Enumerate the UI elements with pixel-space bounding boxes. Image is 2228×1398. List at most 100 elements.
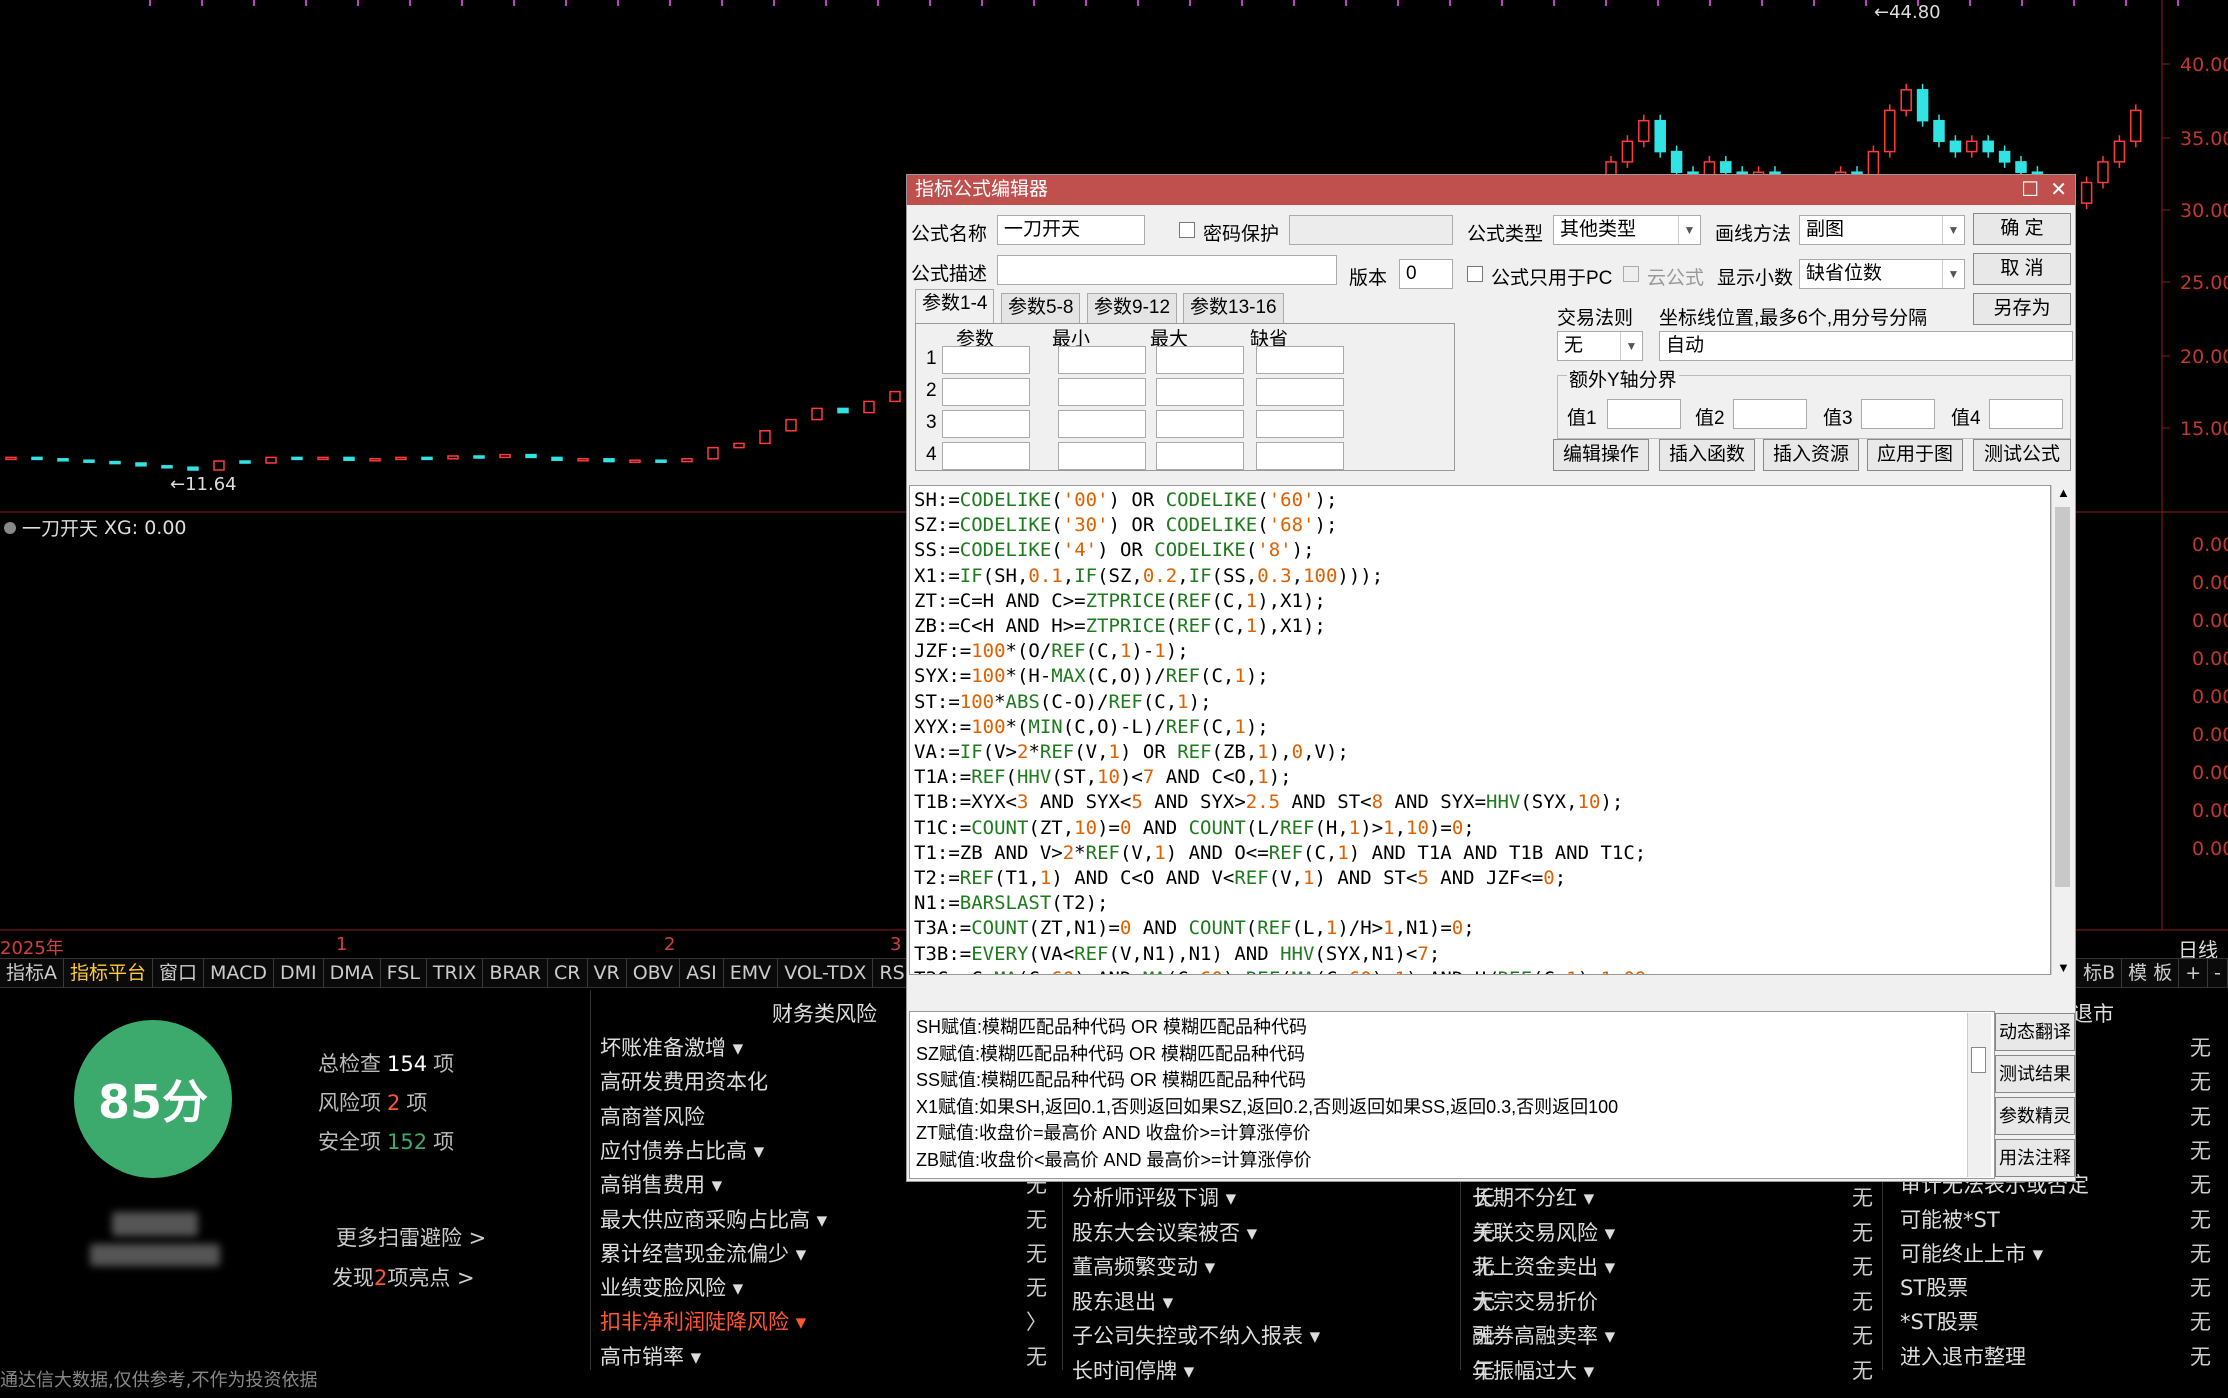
param-cell[interactable] xyxy=(942,346,1030,374)
param-cell[interactable] xyxy=(942,410,1030,438)
zoom-out-button[interactable]: - xyxy=(2208,959,2228,987)
param-cell[interactable] xyxy=(1156,442,1244,470)
trade-rule-select[interactable]: 无 ▼ xyxy=(1557,331,1643,361)
risk-item[interactable]: 高研发费用资本化 xyxy=(600,1066,768,1096)
tab-params-1-4[interactable]: 参数1-4 xyxy=(915,289,995,323)
scroll-up-icon[interactable]: ▲ xyxy=(2057,485,2070,500)
risk-item[interactable]: 股东退出 ▾ xyxy=(1072,1286,1173,1316)
test-formula-button[interactable]: 测试公式 xyxy=(1973,439,2071,471)
risk-item[interactable]: 大宗交易折价 xyxy=(1472,1286,1598,1316)
tab-obv[interactable]: OBV xyxy=(627,959,681,987)
more-scan-link[interactable]: 更多扫雷避险 > xyxy=(336,1222,486,1252)
tab-params-5-8[interactable]: 参数5-8 xyxy=(1001,293,1081,323)
tab-brar[interactable]: BRAR xyxy=(483,959,549,987)
tab-dmi[interactable]: DMI xyxy=(274,959,324,987)
draw-method-select[interactable]: 副图 ▼ xyxy=(1799,215,1965,245)
tab-dma[interactable]: DMA xyxy=(324,959,381,987)
risk-item[interactable]: 应付债券占比高 ▾ xyxy=(600,1135,764,1165)
scroll-thumb[interactable] xyxy=(2055,507,2070,887)
risk-item[interactable]: 高销售费用 ▾ xyxy=(600,1169,722,1199)
cancel-button[interactable]: 取 消 xyxy=(1973,253,2071,285)
dialog-titlebar[interactable]: 指标公式编辑器 ☐ ✕ xyxy=(907,175,2075,205)
tab-params-13-16[interactable]: 参数13-16 xyxy=(1183,293,1284,323)
risk-item[interactable]: *ST股票 xyxy=(1900,1306,1979,1336)
risk-item[interactable]: 分析师评级下调 ▾ xyxy=(1072,1182,1236,1212)
val3-input[interactable] xyxy=(1861,399,1935,429)
val1-input[interactable] xyxy=(1607,399,1681,429)
tab-emv[interactable]: EMV xyxy=(724,959,779,987)
risk-item[interactable]: 可能被*ST xyxy=(1900,1204,2000,1234)
dynamic-translate-button[interactable]: 动态翻译 xyxy=(1995,1013,2075,1051)
password-checkbox[interactable] xyxy=(1179,222,1195,238)
param-cell[interactable] xyxy=(1058,378,1146,406)
param-cell[interactable] xyxy=(1058,346,1146,374)
save-as-button[interactable]: 另存为 xyxy=(1973,293,2071,325)
param-cell[interactable] xyxy=(1256,442,1344,470)
password-input[interactable] xyxy=(1289,215,1453,245)
param-cell[interactable] xyxy=(1156,410,1244,438)
cloud-checkbox[interactable] xyxy=(1623,266,1639,282)
tab-vr[interactable]: VR xyxy=(588,959,627,987)
formula-type-select[interactable]: 其他类型 ▼ xyxy=(1553,215,1701,245)
apply-to-chart-button[interactable]: 应用于图 xyxy=(1867,439,1963,471)
param-cell[interactable] xyxy=(1156,378,1244,406)
param-cell[interactable] xyxy=(1058,442,1146,470)
risk-item[interactable]: 进入退市整理 xyxy=(1900,1341,2026,1371)
risk-item[interactable]: 坏账准备激增 ▾ xyxy=(600,1032,743,1062)
insert-resource-button[interactable]: 插入资源 xyxy=(1763,439,1859,471)
coord-input[interactable]: 自动 xyxy=(1659,331,2073,361)
param-cell[interactable] xyxy=(1256,410,1344,438)
zoom-in-button[interactable]: + xyxy=(2179,959,2209,987)
version-input[interactable]: 0 xyxy=(1399,259,1453,289)
tab-window[interactable]: 窗口 xyxy=(153,959,205,987)
scroll-thumb[interactable] xyxy=(1971,1047,1986,1073)
val2-input[interactable] xyxy=(1733,399,1807,429)
formula-code-editor[interactable]: SH:=CODELIKE('00') OR CODELIKE('60'); SZ:… xyxy=(909,485,2051,975)
param-cell[interactable] xyxy=(1156,346,1244,374)
insert-function-button[interactable]: 插入函数 xyxy=(1659,439,1755,471)
tab-trix[interactable]: TRIX xyxy=(427,959,484,987)
risk-item[interactable]: ST股票 xyxy=(1900,1272,1968,1302)
risk-item[interactable]: 关联交易风险 ▾ xyxy=(1472,1217,1615,1247)
risk-item[interactable]: 可能终止上市 ▾ xyxy=(1900,1238,2043,1268)
risk-item[interactable]: 子公司失控或不纳入报表 ▾ xyxy=(1072,1320,1320,1350)
risk-item[interactable]: 北上资金卖出 ▾ xyxy=(1472,1251,1615,1281)
tab-indicator-b[interactable]: 标B xyxy=(2077,959,2123,987)
param-wizard-button[interactable]: 参数精灵 xyxy=(1995,1097,2075,1135)
risk-item[interactable]: 高市销率 ▾ xyxy=(600,1341,701,1371)
highlights-link[interactable]: 发现2项亮点 > xyxy=(332,1262,475,1292)
risk-item[interactable]: 股东大会议案被否 ▾ xyxy=(1072,1217,1257,1247)
test-result-button[interactable]: 测试结果 xyxy=(1995,1055,2075,1093)
scroll-down-icon[interactable]: ▼ xyxy=(2057,960,2070,975)
risk-item[interactable]: 业绩变脸风险 ▾ xyxy=(600,1272,743,1302)
param-cell[interactable] xyxy=(1256,346,1344,374)
param-cell[interactable] xyxy=(1058,410,1146,438)
ok-button[interactable]: 确 定 xyxy=(1973,213,2071,245)
tab-template[interactable]: 模 板 xyxy=(2122,959,2180,987)
edit-ops-button[interactable]: 编辑操作 xyxy=(1553,439,1649,471)
param-cell[interactable] xyxy=(942,442,1030,470)
risk-item[interactable]: 高商誉风险 xyxy=(600,1101,705,1131)
risk-item[interactable]: 长时间停牌 ▾ xyxy=(1072,1355,1194,1385)
maximize-icon[interactable]: ☐ xyxy=(2021,175,2039,205)
param-cell[interactable] xyxy=(1256,378,1344,406)
risk-item[interactable]: 融券高融卖率 ▾ xyxy=(1472,1320,1615,1350)
formula-desc-input[interactable] xyxy=(997,255,1337,285)
decimal-select[interactable]: 缺省位数 ▼ xyxy=(1799,259,1965,289)
code-vscrollbar[interactable]: ▲ ▼ xyxy=(2051,485,2073,975)
pc-only-checkbox[interactable] xyxy=(1467,266,1483,282)
risk-item[interactable]: 董高频繁变动 ▾ xyxy=(1072,1251,1215,1281)
close-icon[interactable]: ✕ xyxy=(2050,175,2067,205)
code-hscrollbar[interactable] xyxy=(909,975,2051,989)
output-vscrollbar[interactable] xyxy=(1967,1013,1991,1177)
tab-vol-tdx[interactable]: VOL-TDX xyxy=(778,959,874,987)
risk-item[interactable]: 累计经营现金流偏少 ▾ xyxy=(600,1238,806,1268)
formula-name-input[interactable]: 一刀开天 xyxy=(997,215,1145,245)
tab-macd[interactable]: MACD xyxy=(204,959,274,987)
param-cell[interactable] xyxy=(942,378,1030,406)
tab-indicator-platform[interactable]: 指标平台 xyxy=(64,959,154,987)
risk-item[interactable]: 长期不分红 ▾ xyxy=(1472,1182,1594,1212)
tab-cr[interactable]: CR xyxy=(548,959,588,987)
tab-fsl[interactable]: FSL xyxy=(381,959,427,987)
tab-params-9-12[interactable]: 参数9-12 xyxy=(1087,293,1178,323)
